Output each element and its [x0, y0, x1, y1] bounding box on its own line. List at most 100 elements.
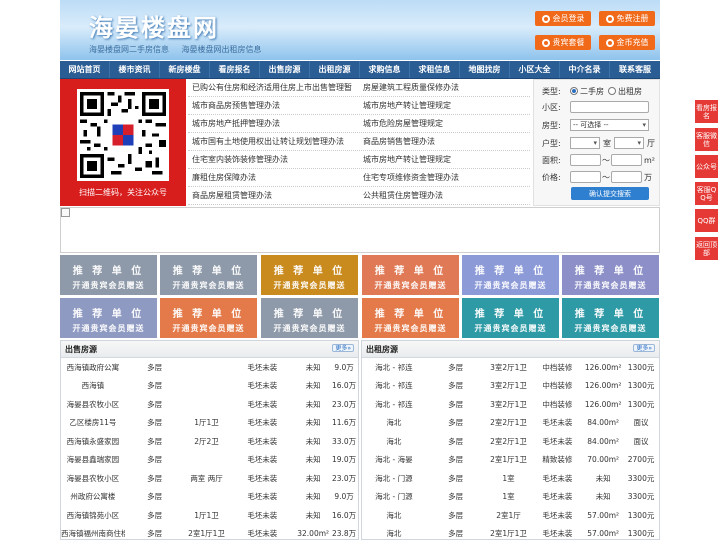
rental-info-link[interactable]: 海晏楼盘网出租房信息	[182, 45, 262, 54]
listing-row[interactable]: 海晏县农牧小区 多层 毛坯未装 未知 23.0万	[61, 395, 358, 414]
nav-agencies[interactable]: 中介名录	[560, 61, 610, 78]
listing-cell[interactable]: 海北 - 祁连	[362, 362, 426, 373]
recommended-unit-ad[interactable]: 推 荐 单 位开通贵宾会员赠送	[261, 255, 358, 295]
listing-row[interactable]: 乙区楼房11号 多层 1厅1卫 毛坯未装 未知 11.6万	[61, 414, 358, 433]
listing-cell[interactable]: 西海镇福州南商住楼	[61, 528, 125, 539]
listing-cell[interactable]: 州政府公寓楼	[61, 491, 125, 502]
float-viewing-signup[interactable]: 看房报名	[695, 100, 718, 123]
second-hand-info-link[interactable]: 海晏楼盘网二手房信息	[89, 45, 169, 54]
news-link[interactable]: 公共租赁住房管理办法	[359, 190, 530, 201]
nav-new-homes[interactable]: 新房楼盘	[160, 61, 210, 78]
listing-row[interactable]: 西海镇永盛家园 多层 2厅2卫 毛坯未装 未知 33.0万	[61, 432, 358, 451]
listing-row[interactable]: 海北 多层 2室2厅1卫 毛坯未装 84.00m² 面议	[362, 414, 659, 433]
sale-more-link[interactable]: 更多»	[332, 344, 354, 352]
nav-communities[interactable]: 小区大全	[510, 61, 560, 78]
listing-cell[interactable]: 海晏县农牧小区	[61, 473, 125, 484]
listing-row[interactable]: 海晏县农牧小区 多层 两室 两厅 毛坯未装 未知 23.0万	[61, 469, 358, 488]
listing-row[interactable]: 西海镇 多层 毛坯未装 未知 16.0万	[61, 377, 358, 396]
recommended-unit-ad[interactable]: 推 荐 单 位开通贵宾会员赠送	[60, 255, 157, 295]
listing-cell[interactable]: 西海镇永盛家园	[61, 436, 125, 447]
news-link[interactable]: 城市商品房预售管理办法	[188, 100, 359, 111]
search-submit-button[interactable]: 确认提交搜索	[571, 187, 649, 200]
layout-select[interactable]: -- 可选择 --	[570, 119, 649, 131]
listing-row[interactable]: 海北 - 祁连 多层 3室2厅1卫 中档装修 126.00m² 1300元	[362, 395, 659, 414]
nav-home[interactable]: 网站首页	[60, 61, 110, 78]
nav-wanted-rent[interactable]: 求租信息	[410, 61, 460, 78]
listing-cell[interactable]: 海北 - 祁连	[362, 399, 426, 410]
recommended-unit-ad[interactable]: 推 荐 单 位开通贵宾会员赠送	[160, 255, 257, 295]
recommended-unit-ad[interactable]: 推 荐 单 位开通贵宾会员赠送	[462, 255, 559, 295]
nav-customer-service[interactable]: 联系客服	[610, 61, 660, 78]
news-link[interactable]: 廉租住房保障办法	[188, 172, 359, 183]
nav-map-search[interactable]: 地图找房	[460, 61, 510, 78]
float-qq-group[interactable]: QQ群	[695, 209, 718, 232]
listing-cell[interactable]: 乙区楼房11号	[61, 417, 125, 428]
recommended-unit-ad[interactable]: 推 荐 单 位开通贵宾会员赠送	[562, 255, 659, 295]
recommended-unit-ad[interactable]: 推 荐 单 位开通贵宾会员赠送	[462, 298, 559, 338]
radio-second-hand[interactable]	[570, 87, 578, 95]
rent-more-link[interactable]: 更多»	[633, 344, 655, 352]
recommended-unit-ad[interactable]: 推 荐 单 位开通贵宾会员赠送	[362, 298, 459, 338]
listing-cell[interactable]: 海北	[362, 436, 426, 447]
listing-row[interactable]: 海北 - 门源 多层 1室 毛坯未装 未知 3300元	[362, 488, 659, 507]
nav-for-rent[interactable]: 出租房源	[310, 61, 360, 78]
float-service-wechat[interactable]: 客服微信	[695, 128, 718, 151]
float-service-qq[interactable]: 客服QQ号	[695, 182, 718, 205]
listing-row[interactable]: 海北 多层 2室1厅1卫 毛坯未装 57.00m² 1300元	[362, 525, 659, 540]
radio-rental[interactable]	[608, 87, 616, 95]
listing-row[interactable]: 海北 - 海晏 多层 2室1厅1卫 精致装修 70.00m² 2700元	[362, 451, 659, 470]
listing-row[interactable]: 西海镇政府公寓 多层 毛坯未装 未知 9.0万	[61, 358, 358, 377]
listing-row[interactable]: 海北 - 祁连 多层 3室2厅1卫 中档装修 126.00m² 1300元	[362, 358, 659, 377]
vip-package-button[interactable]: 贵宾套餐	[535, 35, 591, 50]
listing-cell[interactable]: 海北 - 祁连	[362, 380, 426, 391]
listing-cell[interactable]: 海晏县农牧小区	[61, 399, 125, 410]
listing-cell[interactable]: 海北 - 门源	[362, 491, 426, 502]
news-link[interactable]: 城市房地产转让管理规定	[359, 154, 530, 165]
recommended-unit-ad[interactable]: 推 荐 单 位开通贵宾会员赠送	[160, 298, 257, 338]
float-official-account[interactable]: 公众号	[695, 155, 718, 178]
login-button[interactable]: 会员登录	[535, 11, 591, 26]
listing-row[interactable]: 西海镇锦苑小区 多层 1厅1卫 毛坯未装 未知 16.0万	[61, 506, 358, 525]
listing-cell[interactable]: 西海镇政府公寓	[61, 362, 125, 373]
coin-recharge-button[interactable]: 金币充值	[599, 35, 655, 50]
listing-cell[interactable]: 西海镇	[61, 380, 125, 391]
news-link[interactable]: 城市国有土地使用权出让转让规划管理办法	[188, 136, 359, 147]
nav-news[interactable]: 楼市资讯	[110, 61, 160, 78]
nav-viewing-signup[interactable]: 看房报名	[210, 61, 260, 78]
news-link[interactable]: 房屋建筑工程质量保修办法	[359, 82, 530, 93]
price-min-input[interactable]	[570, 171, 601, 183]
news-link[interactable]: 城市危险房屋管理规定	[359, 118, 530, 129]
news-link[interactable]: 已购公有住房和经济适用住房上市出售管理暂	[188, 82, 359, 93]
news-link[interactable]: 城市房地产抵押管理办法	[188, 118, 359, 129]
listing-cell[interactable]: 海北 - 海晏	[362, 454, 426, 465]
rooms-select[interactable]	[570, 137, 600, 149]
listing-row[interactable]: 州政府公寓楼 多层 毛坯未装 未知 9.0万	[61, 488, 358, 507]
price-max-input[interactable]	[611, 171, 642, 183]
news-link[interactable]: 商品房屋租赁管理办法	[188, 190, 359, 201]
news-link[interactable]: 城市房地产转让管理规定	[359, 100, 530, 111]
listing-row[interactable]: 海北 多层 2室2厅1卫 毛坯未装 84.00m² 面议	[362, 432, 659, 451]
float-back-to-top[interactable]: 返回顶部	[695, 237, 718, 260]
nav-for-sale[interactable]: 出售房源	[260, 61, 310, 78]
news-link[interactable]: 商品房销售管理办法	[359, 136, 530, 147]
listing-cell[interactable]: 海晏县鑫瑞家园	[61, 454, 125, 465]
listing-cell[interactable]: 西海镇锦苑小区	[61, 510, 125, 521]
listing-row[interactable]: 海北 - 门源 多层 1室 毛坯未装 未知 3300元	[362, 469, 659, 488]
listing-cell[interactable]: 海北	[362, 417, 426, 428]
news-link[interactable]: 住宅专项维修资金管理办法	[359, 172, 530, 183]
news-link[interactable]: 住宅室内装饰装修管理办法	[188, 154, 359, 165]
recommended-unit-ad[interactable]: 推 荐 单 位开通贵宾会员赠送	[60, 298, 157, 338]
area-max-input[interactable]	[611, 154, 642, 166]
listing-row[interactable]: 海北 - 祁连 多层 3室2厅1卫 中档装修 126.00m² 1300元	[362, 377, 659, 396]
listing-row[interactable]: 海晏县鑫瑞家园 多层 毛坯未装 未知 19.0万	[61, 451, 358, 470]
banner-ad-slot[interactable]	[60, 207, 660, 253]
recommended-unit-ad[interactable]: 推 荐 单 位开通贵宾会员赠送	[362, 255, 459, 295]
register-button[interactable]: 免费注册	[599, 11, 655, 26]
listing-cell[interactable]: 海北	[362, 528, 426, 539]
area-min-input[interactable]	[570, 154, 601, 166]
recommended-unit-ad[interactable]: 推 荐 单 位开通贵宾会员赠送	[562, 298, 659, 338]
listing-row[interactable]: 海北 多层 2室1厅 毛坯未装 57.00m² 1300元	[362, 506, 659, 525]
hall-select[interactable]	[614, 137, 644, 149]
listing-cell[interactable]: 海北	[362, 510, 426, 521]
community-input[interactable]	[570, 101, 649, 113]
